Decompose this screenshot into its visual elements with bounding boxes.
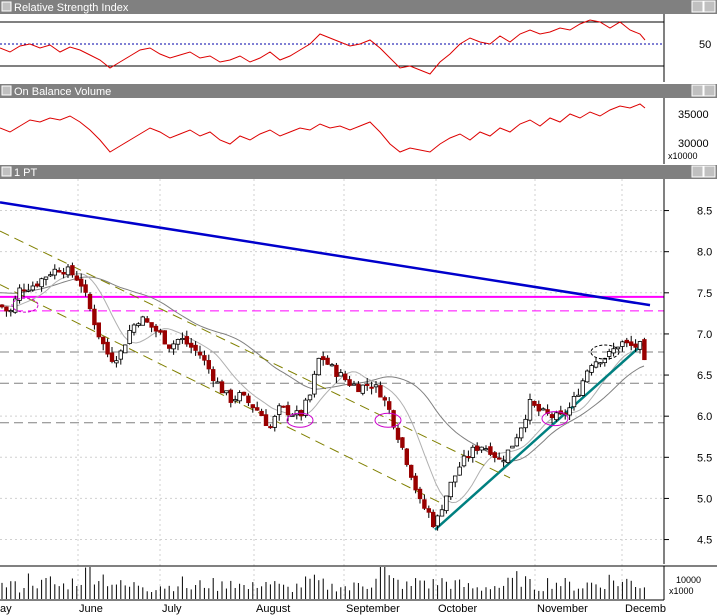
candle: [642, 337, 647, 361]
obv-title: On Balance Volume: [14, 86, 111, 98]
candle: [585, 369, 590, 383]
candle: [580, 378, 585, 397]
candle: [505, 449, 511, 464]
chart-window: Relative Strength Index 50 On Balance Vo…: [0, 0, 717, 616]
candle: [413, 473, 418, 494]
x-label-september: September: [346, 603, 400, 615]
y-tick-label: 5.0: [697, 493, 712, 505]
y-tick-label: 7.5: [697, 288, 712, 300]
price-close-button[interactable]: [703, 165, 716, 178]
candle: [281, 405, 286, 408]
price-title: 1 PT: [14, 167, 38, 179]
x-label-july: July: [162, 603, 182, 615]
y-tick-label: 8.5: [697, 206, 712, 218]
price-minimize-button[interactable]: [691, 165, 704, 178]
obv-close-button[interactable]: [703, 84, 716, 97]
y-tick-label: 8.0: [697, 247, 712, 259]
y-tick-label: 6.5: [697, 370, 712, 382]
volume-multiplier: x1000: [669, 586, 694, 596]
y-tick-label: 6.0: [697, 411, 712, 423]
candle: [408, 464, 414, 481]
candle: [140, 315, 145, 326]
candle: [96, 322, 101, 340]
candle: [316, 357, 321, 376]
x-label-august: August: [256, 603, 290, 615]
rsi-panel-menu-icon[interactable]: [1, 1, 12, 12]
candle: [510, 445, 515, 449]
x-label-november: November: [537, 603, 588, 615]
x-label-october: October: [438, 603, 477, 615]
candle: [404, 447, 409, 467]
price-title-bar: [0, 165, 717, 179]
obv-label-low: 30000: [678, 138, 709, 150]
volume-label: 10000: [676, 575, 701, 585]
rsi-close-button[interactable]: [703, 0, 716, 13]
y-tick-label: 7.0: [697, 329, 712, 341]
obv-panel-menu-icon[interactable]: [1, 85, 12, 96]
candle: [219, 379, 225, 394]
rsi-title: Relative Strength Index: [14, 2, 129, 14]
candle: [87, 292, 93, 312]
candle: [360, 384, 365, 396]
obv-multiplier: x10000: [668, 151, 698, 161]
rsi-panel-buttons: [691, 0, 716, 13]
candle: [123, 344, 128, 354]
candle: [444, 495, 449, 514]
obv-minimize-button[interactable]: [691, 84, 704, 97]
candle: [162, 330, 167, 345]
y-tick-label: 5.5: [697, 452, 712, 464]
rsi-minimize-button[interactable]: [691, 0, 704, 13]
x-label-may: ay: [0, 603, 12, 615]
x-label-june: June: [79, 603, 103, 615]
rsi-level-label: 50: [699, 39, 711, 51]
candle: [312, 370, 317, 398]
y-tick-label: 4.5: [697, 535, 712, 547]
x-label-december: Decemb: [625, 603, 666, 615]
obv-label-high: 35000: [678, 109, 709, 121]
candle: [430, 509, 436, 529]
price-panel-menu-icon[interactable]: [1, 166, 12, 177]
